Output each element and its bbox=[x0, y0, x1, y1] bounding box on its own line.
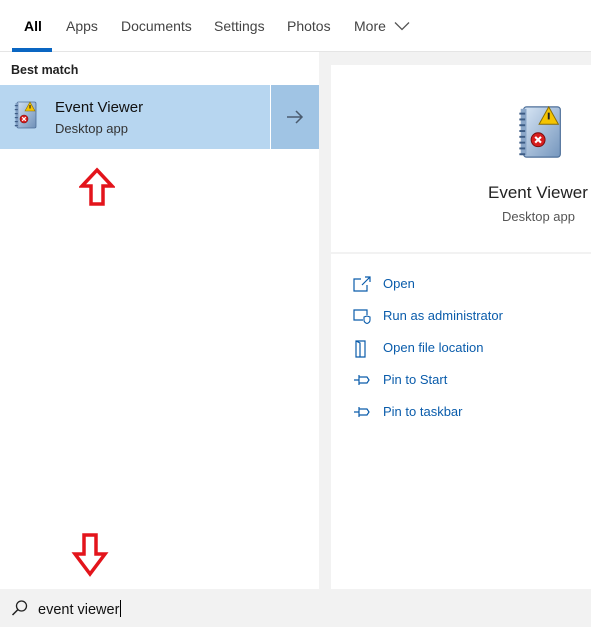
action-label: Pin to Start bbox=[383, 372, 448, 387]
tab-more[interactable]: More bbox=[354, 18, 410, 34]
tab-all[interactable]: All bbox=[24, 18, 42, 34]
open-icon bbox=[353, 276, 371, 292]
search-query: event viewer bbox=[38, 602, 120, 618]
best-match-result[interactable]: Event Viewer Desktop app bbox=[0, 85, 270, 149]
tab-documents[interactable]: Documents bbox=[121, 18, 192, 34]
file-location-icon bbox=[355, 340, 366, 358]
pin-icon bbox=[354, 407, 370, 417]
results-pane: Best match Event Viewer Desktop app bbox=[0, 52, 319, 589]
tab-settings[interactable]: Settings bbox=[214, 18, 265, 34]
tab-apps[interactable]: Apps bbox=[66, 18, 98, 34]
pin-icon bbox=[354, 375, 370, 385]
action-label: Pin to taskbar bbox=[383, 404, 463, 419]
event-viewer-icon bbox=[14, 101, 37, 129]
arrow-right-icon bbox=[287, 110, 304, 124]
result-subtitle: Desktop app bbox=[55, 121, 128, 136]
best-match-heading: Best match bbox=[11, 63, 79, 77]
run-as-admin-icon bbox=[353, 309, 371, 324]
windows-search-window: All Apps Documents Settings Photos More … bbox=[0, 0, 591, 627]
search-box[interactable]: event viewer bbox=[0, 589, 591, 627]
text-caret bbox=[120, 600, 122, 617]
tab-photos[interactable]: Photos bbox=[287, 18, 331, 34]
action-label: Run as administrator bbox=[383, 308, 503, 323]
expand-details-button[interactable] bbox=[271, 85, 319, 149]
result-title: Event Viewer bbox=[55, 99, 144, 116]
search-icon bbox=[11, 600, 28, 616]
action-label: Open bbox=[383, 276, 415, 291]
search-filter-tabs: All Apps Documents Settings Photos More bbox=[0, 0, 591, 52]
tab-more-label: More bbox=[354, 18, 386, 34]
app-details-header: Event Viewer Desktop app bbox=[331, 65, 591, 252]
action-label: Open file location bbox=[383, 340, 484, 355]
annotation-down-arrow-icon bbox=[71, 533, 109, 577]
search-input[interactable]: event viewer bbox=[38, 600, 122, 618]
app-details-title: Event Viewer bbox=[488, 183, 588, 202]
app-details-subtitle: Desktop app bbox=[502, 209, 575, 224]
annotation-up-arrow-icon bbox=[79, 167, 115, 206]
app-actions-list: Open Run as administrator Open file loca… bbox=[331, 254, 591, 589]
chevron-down-icon bbox=[394, 21, 410, 31]
event-viewer-large-icon bbox=[519, 105, 561, 158]
